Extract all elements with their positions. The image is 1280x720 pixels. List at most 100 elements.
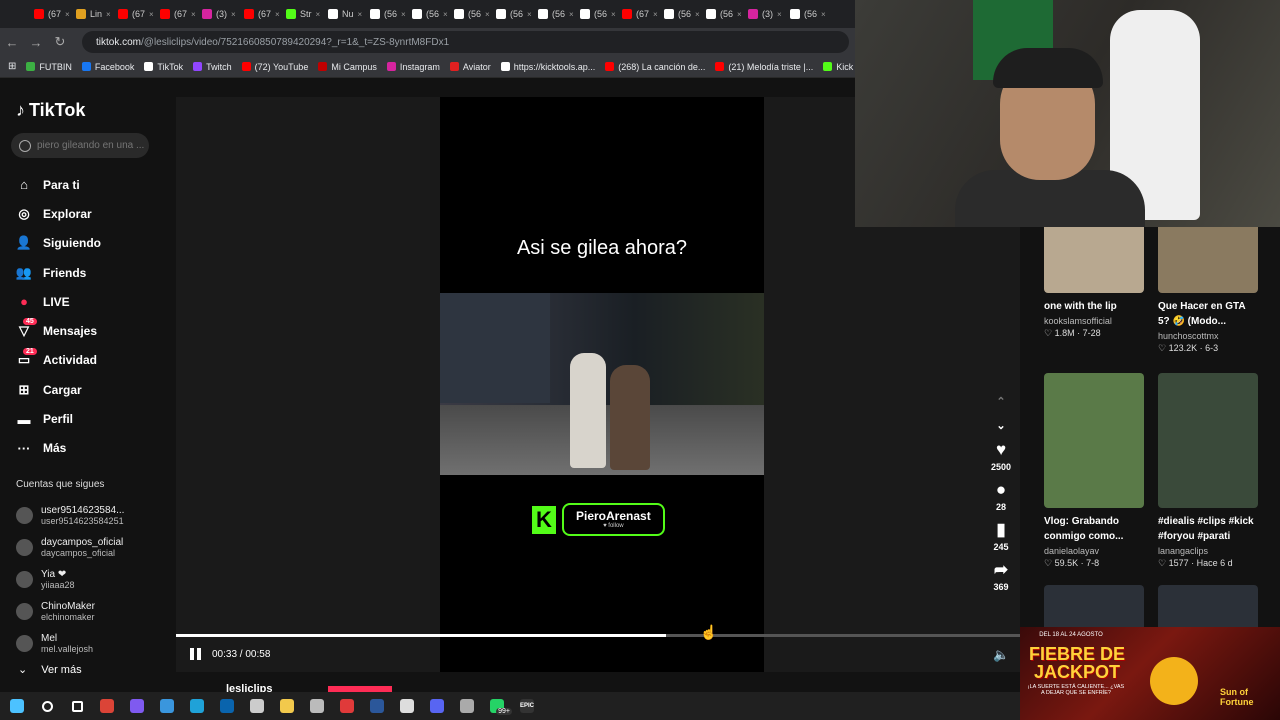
url-field[interactable]: tiktok.com /@lesliclips/video/7521660850… [82,31,849,53]
reload-icon[interactable]: ↻ [48,34,72,50]
tab-close-icon[interactable]: × [191,10,196,19]
browser-tab[interactable]: (3) × [742,0,784,28]
bookmark-item[interactable]: FUTBIN [26,62,72,72]
copilot-icon[interactable] [126,695,148,717]
sidebar-item-más[interactable]: ··· Más [16,434,101,463]
browser-tab[interactable]: (56 × [490,0,532,28]
video-card[interactable] [1158,585,1258,627]
tab-close-icon[interactable]: × [527,10,532,19]
bookmark-item[interactable]: https://kicktools.ap... [500,62,595,72]
tab-close-icon[interactable]: × [316,10,321,19]
prev-video-button[interactable]: ⌃ [986,390,1016,414]
sidebar-item-explorar[interactable]: ◎ Explorar [16,199,101,228]
windows-icon[interactable] [6,695,28,717]
sidebar-item-actividad[interactable]: ▭ Actividad 21 [16,346,101,375]
video-thumbnail[interactable] [1158,585,1258,627]
game-icon[interactable] [306,695,328,717]
bookmark-item[interactable]: Kick [823,62,853,72]
video-thumbnail[interactable] [1044,373,1144,508]
bookmark-item[interactable]: Twitch [193,62,232,72]
pause-icon[interactable] [190,648,202,660]
browser-tab[interactable]: (56 × [574,0,616,28]
app-red-icon[interactable] [336,695,358,717]
share-button[interactable]: ➦ 369 [986,558,1016,592]
bookmark-item[interactable]: Mi Campus [318,62,377,72]
outlook-icon[interactable] [216,695,238,717]
sidebar-item-friends[interactable]: 👥 Friends [16,258,101,287]
video-thumbnail[interactable] [1044,585,1144,627]
browser-tab[interactable]: (56 × [784,0,826,28]
tab-close-icon[interactable]: × [695,10,700,19]
video-thumbnail[interactable] [1158,373,1258,508]
folder-icon[interactable] [276,695,298,717]
discord-icon[interactable] [426,695,448,717]
tab-close-icon[interactable]: × [149,10,154,19]
steam-icon[interactable] [456,695,478,717]
search-box[interactable] [11,133,149,158]
video-card[interactable]: one with the lip kookslamsofficial ♡ 1.8M … [1044,227,1144,339]
tab-close-icon[interactable]: × [569,10,574,19]
tab-close-icon[interactable]: × [653,10,658,19]
tab-close-icon[interactable]: × [611,10,616,19]
next-video-button[interactable]: ⌄ [986,414,1016,438]
back-icon[interactable]: ← [0,35,24,50]
bookmark-item[interactable]: Facebook [81,62,134,72]
like-button[interactable]: ♥ 2500 [986,438,1016,472]
sidebar-item-perfil[interactable]: ▬ Perfil [16,404,101,433]
followed-account[interactable]: daycampos_oficial daycampos_oficial [16,531,124,563]
chrome-icon[interactable] [96,695,118,717]
obs-icon[interactable] [246,695,268,717]
apps-grid-icon[interactable]: ⊞ [8,61,16,72]
volume-icon[interactable]: 🔈 [993,647,1009,663]
bookmark-item[interactable]: TikTok [144,62,183,72]
video-card[interactable]: #diealis #clips #kick #foryou #parati lan… [1158,373,1258,569]
word-icon[interactable] [366,695,388,717]
tab-close-icon[interactable]: × [106,10,111,19]
tab-close-icon[interactable]: × [65,10,70,19]
bookmark-item[interactable]: (72) YouTube [241,62,308,72]
followed-account[interactable]: Yia ❤ yiiaaa28 [16,563,124,595]
tiktok-logo[interactable]: ♪ TikTok [16,100,85,121]
search-icon[interactable] [36,695,58,717]
tab-close-icon[interactable]: × [737,10,742,19]
browser-tab[interactable]: Lin × [70,0,112,28]
followed-account[interactable]: Mel mel.vallejosh [16,627,124,659]
see-more-button[interactable]: ⌄ Ver más [18,663,82,677]
browser-tab[interactable]: (67 × [112,0,154,28]
bookmark-item[interactable]: Instagram [386,62,440,72]
video-progress-bar[interactable] [176,634,1020,637]
tab-close-icon[interactable]: × [777,10,782,19]
browser-tab[interactable]: (56 × [700,0,742,28]
forward-icon[interactable]: → [24,35,48,50]
browser-tab[interactable]: (67 × [154,0,196,28]
browser-tab[interactable]: (67 × [28,0,70,28]
task-view-icon[interactable] [66,695,88,717]
sidebar-item-mensajes[interactable]: ▽ Mensajes 45 [16,316,101,345]
sidebar-item-para-ti[interactable]: ⌂ Para ti [16,170,101,199]
bookmark-item[interactable]: (268) La canción de... [605,62,705,72]
video-thumbnail[interactable] [1044,227,1144,293]
tab-close-icon[interactable]: × [231,10,236,19]
video-thumbnail[interactable] [1158,227,1258,293]
browser-tab[interactable]: (67 × [616,0,658,28]
followed-account[interactable]: ChinoMaker elchinomaker [16,595,124,627]
bookmark-item[interactable]: (21) Melodía triste |... [715,62,813,72]
store-icon[interactable] [156,695,178,717]
browser-tab[interactable]: Str × [280,0,322,28]
browser-tab[interactable]: (56 × [532,0,574,28]
epic-icon[interactable]: EPIC [516,695,538,717]
c-icon[interactable] [396,695,418,717]
tab-close-icon[interactable]: × [443,10,448,19]
search-input[interactable] [37,140,145,151]
browser-tab[interactable]: (56 × [448,0,490,28]
tab-close-icon[interactable]: × [358,10,363,19]
browser-tab[interactable]: Nu × [322,0,364,28]
tab-close-icon[interactable]: × [821,10,826,19]
author-name[interactable]: lesliclips [226,683,272,692]
save-button[interactable]: ▮ 245 [986,518,1016,552]
tab-close-icon[interactable]: × [275,10,280,19]
whatsapp-icon[interactable]: 99+ [486,695,512,717]
casino-ad[interactable]: DEL 18 AL 24 AGOSTO FIEBRE DE JACKPOT ¡L… [1020,627,1280,720]
sidebar-item-cargar[interactable]: ⊞ Cargar [16,375,101,404]
sidebar-item-siguiendo[interactable]: 👤 Siguiendo [16,229,101,258]
